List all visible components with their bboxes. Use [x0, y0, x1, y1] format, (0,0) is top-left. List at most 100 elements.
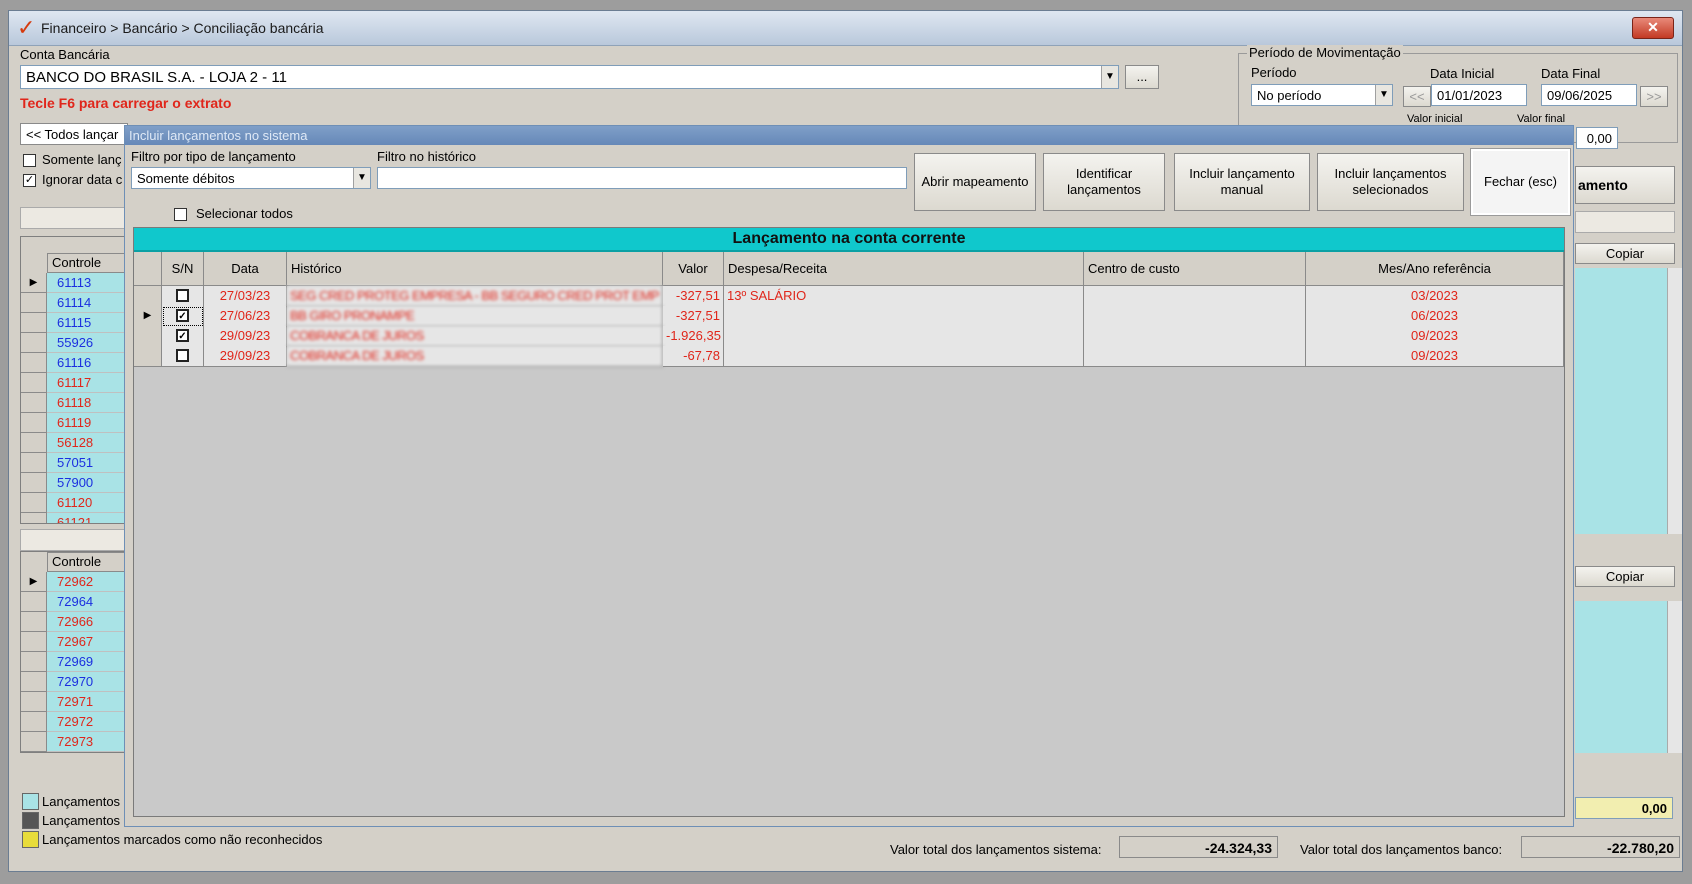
controle-cell[interactable]: 72971	[47, 692, 127, 712]
centro-cell[interactable]	[1084, 326, 1306, 347]
sn-header[interactable]: S/N	[162, 252, 204, 286]
row-checkbox[interactable]: ✓	[176, 329, 189, 342]
despesa-cell[interactable]	[724, 346, 1084, 367]
abrir-mapeamento-button[interactable]: Abrir mapeamento	[914, 153, 1036, 211]
table-row[interactable]: ✓ 29/09/23 COBRANCA DE JUROS -1.926,35 09/20…	[134, 326, 1564, 347]
controle-cell[interactable]: 61116	[47, 353, 127, 373]
despesa-header[interactable]: Despesa/Receita	[724, 252, 1084, 286]
controle-header[interactable]: Controle	[47, 253, 127, 273]
despesa-cell[interactable]	[724, 326, 1084, 347]
centro-cell[interactable]	[1084, 346, 1306, 367]
controle-cell[interactable]: 61119	[47, 413, 127, 433]
valor-final-input[interactable]: 0,00	[1576, 127, 1618, 149]
incluir-lancamentos-dialog: Incluir lançamentos no sistema Filtro po…	[124, 125, 1574, 827]
somente-lanc-checkbox[interactable]	[23, 154, 36, 167]
controle-cell[interactable]: 72972	[47, 712, 127, 732]
identificar-lancamentos-button[interactable]: Identificar lançamentos	[1043, 153, 1165, 211]
mes-header[interactable]: Mes/Ano referência	[1306, 252, 1564, 286]
copiar-top-button[interactable]: Copiar	[1575, 243, 1675, 264]
todos-lancamentos-button[interactable]: << Todos lançar	[20, 123, 128, 145]
despesa-cell[interactable]	[724, 306, 1084, 327]
controle-cell[interactable]: 72966	[47, 612, 127, 632]
data-inicial-input[interactable]: 01/01/2023	[1431, 84, 1527, 106]
controle-cell[interactable]: 61114	[47, 293, 127, 313]
row-checkbox[interactable]	[176, 349, 189, 362]
conta-more-button[interactable]: ...	[1125, 65, 1159, 89]
data-header[interactable]: Data	[204, 252, 287, 286]
controle-cell[interactable]: 72962	[47, 572, 127, 592]
selecionar-todos-checkbox[interactable]	[174, 208, 187, 221]
mes-cell[interactable]: 06/2023	[1306, 306, 1564, 327]
controle-cell[interactable]: 56128	[47, 433, 127, 453]
centro-cell[interactable]	[1084, 306, 1306, 327]
conta-bancaria-select[interactable]: BANCO DO BRASIL S.A. - LOJA 2 - 11 ▼	[20, 65, 1119, 89]
filtro-tipo-select[interactable]: Somente débitos ▼	[131, 167, 371, 189]
sistema-grid[interactable]: Controle ▶ 61113 61114 61115 55926 61116 61117…	[20, 236, 128, 524]
controle-cell[interactable]: 61121	[47, 513, 127, 523]
controle-cell[interactable]: 72973	[47, 732, 127, 752]
fechar-button[interactable]: Fechar (esc)	[1471, 149, 1570, 215]
sn-cell[interactable]	[162, 346, 204, 367]
row-indicator	[21, 493, 47, 513]
table-row[interactable]: 27/03/23 SEG CRED PROTEG EMPRESA - BB SEG…	[134, 286, 1564, 307]
mes-cell[interactable]: 09/2023	[1306, 326, 1564, 347]
row-indicator	[134, 286, 162, 307]
table-row[interactable]: ▶ ✓ 27/06/23 BB GIRO PRONAMPE -327,51 06/2023	[134, 306, 1564, 327]
historico-header[interactable]: Histórico	[287, 252, 663, 286]
controle-cell[interactable]: 72969	[47, 652, 127, 672]
row-indicator	[21, 433, 47, 453]
controle-cell[interactable]: 72967	[47, 632, 127, 652]
controle-cell[interactable]: 61113	[47, 273, 127, 293]
controle-cell[interactable]: 55926	[47, 333, 127, 353]
data-final-input[interactable]: 09/06/2025	[1541, 84, 1637, 106]
centro-cell[interactable]	[1084, 286, 1306, 307]
dialog-title: Incluir lançamentos no sistema	[125, 126, 1573, 145]
valor-header[interactable]: Valor	[663, 252, 724, 286]
banco-grid[interactable]: Controle ▶ 72962 72964 72966 72967 72969 72970…	[20, 551, 128, 753]
periodo-prev-button[interactable]: <<	[1403, 86, 1431, 107]
controle-cell[interactable]: 72970	[47, 672, 127, 692]
row-indicator	[21, 313, 47, 333]
row-checkbox[interactable]	[176, 289, 189, 302]
controle-cell[interactable]: 72964	[47, 592, 127, 612]
ignorar-data-checkbox[interactable]: ✓	[23, 174, 36, 187]
controle-cell[interactable]: 57900	[47, 473, 127, 493]
incluir-lancamentos-selecionados-button[interactable]: Incluir lançamentos selecionados	[1317, 153, 1464, 211]
sn-cell[interactable]	[162, 286, 204, 307]
table-row[interactable]: 29/09/23 COBRANCA DE JUROS -67,78 09/2023	[134, 346, 1564, 367]
centro-header[interactable]: Centro de custo	[1084, 252, 1306, 286]
controle-cell[interactable]: 61117	[47, 373, 127, 393]
top-grid-scrollbar[interactable]	[1667, 268, 1682, 534]
row-checkbox[interactable]: ✓	[176, 309, 189, 322]
row-indicator	[21, 453, 47, 473]
lancamentos-grid[interactable]: Lançamento na conta corrente S/N Data Hi…	[133, 227, 1565, 817]
chevron-down-icon[interactable]: ▼	[1375, 85, 1392, 105]
incluir-lancamento-manual-button[interactable]: Incluir lançamento manual	[1174, 153, 1310, 211]
controle-cell[interactable]: 61118	[47, 393, 127, 413]
historico-cell: SEG CRED PROTEG EMPRESA - BB SEGURO CRED…	[287, 286, 663, 307]
row-indicator	[21, 692, 47, 712]
somente-lanc-label: Somente lanç	[42, 152, 122, 167]
mes-cell[interactable]: 03/2023	[1306, 286, 1564, 307]
historico-cell: COBRANCA DE JUROS	[287, 346, 663, 367]
periodo-next-button[interactable]: >>	[1640, 86, 1668, 107]
sn-cell[interactable]: ✓	[162, 326, 204, 347]
sn-cell[interactable]: ✓	[162, 306, 204, 327]
chevron-down-icon[interactable]: ▼	[353, 168, 370, 188]
controle-cell[interactable]: 61120	[47, 493, 127, 513]
sistema-grid-right	[1575, 268, 1667, 534]
periodo-select[interactable]: No período ▼	[1251, 84, 1393, 106]
row-indicator	[21, 333, 47, 353]
controle-header-bottom[interactable]: Controle	[47, 552, 127, 572]
chevron-down-icon[interactable]: ▼	[1101, 66, 1118, 88]
controle-cell[interactable]: 61115	[47, 313, 127, 333]
bottom-grid-scrollbar[interactable]	[1667, 601, 1682, 753]
filtro-historico-input[interactable]	[377, 167, 907, 189]
mes-cell[interactable]: 09/2023	[1306, 346, 1564, 367]
despesa-cell[interactable]: 13º SALÁRIO	[724, 286, 1084, 307]
copiar-bottom-button[interactable]: Copiar	[1575, 566, 1675, 587]
incluir-lancamento-main-button[interactable]: amento	[1575, 166, 1675, 204]
row-indicator	[21, 513, 47, 523]
controle-cell[interactable]: 57051	[47, 453, 127, 473]
close-window-button[interactable]: ✕	[1632, 17, 1674, 39]
